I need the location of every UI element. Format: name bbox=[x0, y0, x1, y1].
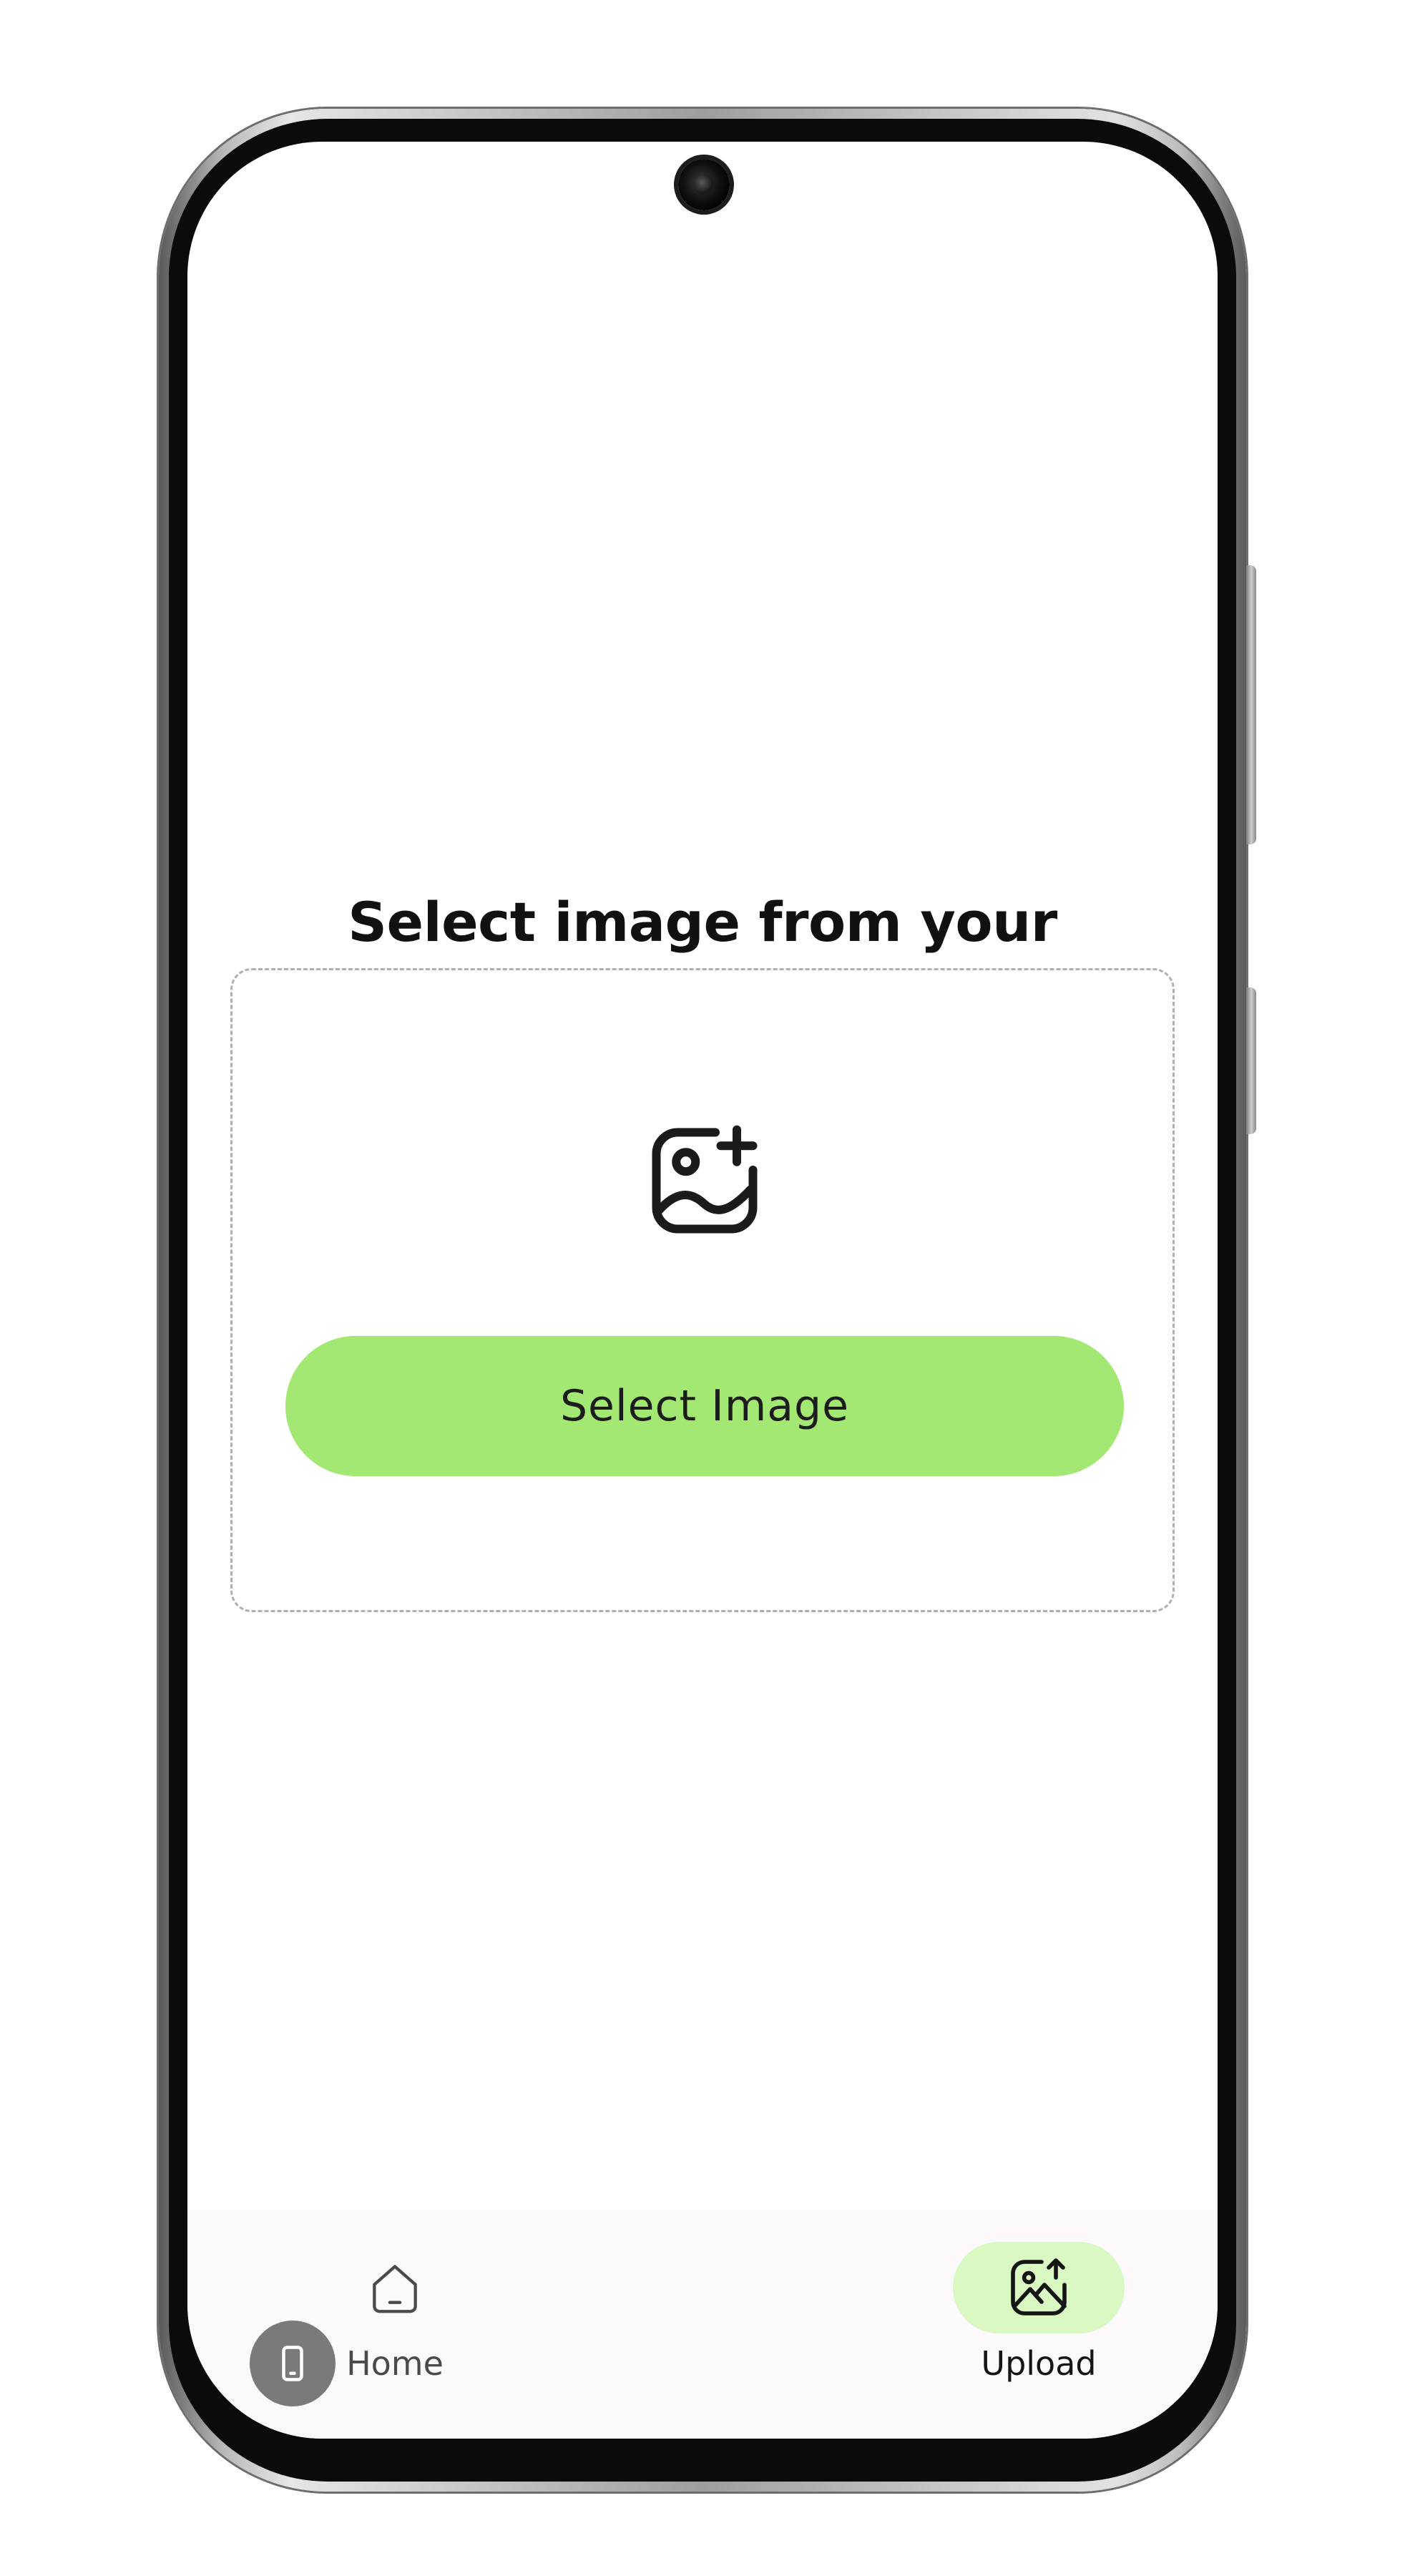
nav-item-upload[interactable]: Upload bbox=[910, 2210, 1167, 2439]
phone-icon bbox=[282, 2346, 303, 2381]
upload-dropzone[interactable]: Select Image bbox=[230, 968, 1175, 1612]
nav-home-icon-wrap bbox=[352, 2245, 438, 2331]
camera-lens bbox=[694, 175, 714, 195]
nav-label-upload: Upload bbox=[981, 2344, 1097, 2383]
volume-button bbox=[1246, 565, 1256, 844]
power-button bbox=[1246, 987, 1256, 1134]
image-upload-icon bbox=[1011, 2258, 1067, 2316]
device-mockup: Select image from your phone gallery to … bbox=[0, 0, 1405, 2576]
nav-upload-active-pill bbox=[953, 2242, 1125, 2333]
floating-phone-button[interactable] bbox=[250, 2321, 336, 2406]
select-image-button[interactable]: Select Image bbox=[285, 1336, 1124, 1476]
app-screen: Select image from your phone gallery to … bbox=[187, 142, 1218, 2439]
bottom-navigation: Home Upload bbox=[187, 2210, 1218, 2439]
front-camera bbox=[678, 159, 730, 210]
image-plus-icon bbox=[652, 1125, 758, 1234]
home-icon bbox=[373, 2265, 417, 2313]
